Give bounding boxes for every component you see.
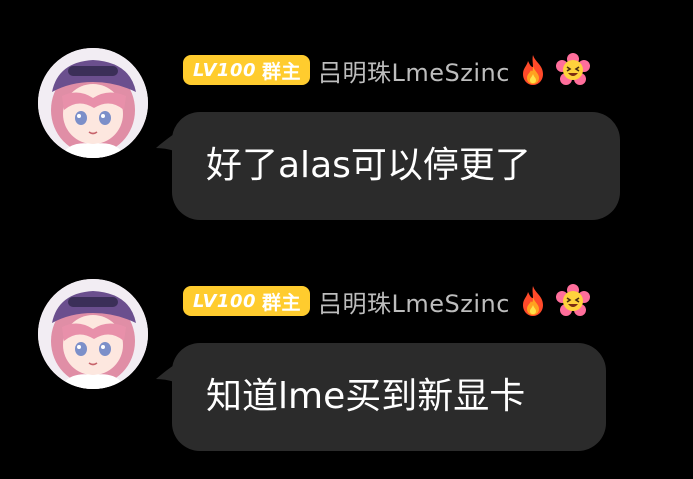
avatar-image [38,48,148,158]
fire-icon [516,53,550,87]
level-label: LV100 [193,59,256,81]
message-bubble[interactable]: 好了alas可以停更了 [172,112,620,220]
sender-header: LV100 群主 吕明珠LmeSzinc [183,52,590,88]
avatar[interactable] [38,279,148,389]
message-text: 好了alas可以停更了 [206,145,531,186]
avatar-image [38,279,148,389]
role-label: 群主 [262,60,302,83]
level-badge: LV100 群主 [183,286,311,316]
sender-nickname[interactable]: 吕明珠LmeSzinc [318,284,510,319]
grinning-flower-icon [555,284,590,318]
level-label: LV100 [193,290,256,312]
grinning-flower-icon [555,53,590,87]
chat-message: LV100 群主 吕明珠LmeSzinc [0,273,693,473]
role-label: 群主 [262,291,302,314]
sender-nickname[interactable]: 吕明珠LmeSzinc [318,53,510,88]
level-badge: LV100 群主 [183,55,311,85]
message-text: 知道lme买到新显卡 [206,376,526,417]
sender-header: LV100 群主 吕明珠LmeSzinc [183,283,590,319]
chat-message: LV100 群主 吕明珠LmeSzinc [0,42,693,242]
message-bubble[interactable]: 知道lme买到新显卡 [172,343,606,451]
avatar[interactable] [38,48,148,158]
fire-icon [516,284,550,318]
